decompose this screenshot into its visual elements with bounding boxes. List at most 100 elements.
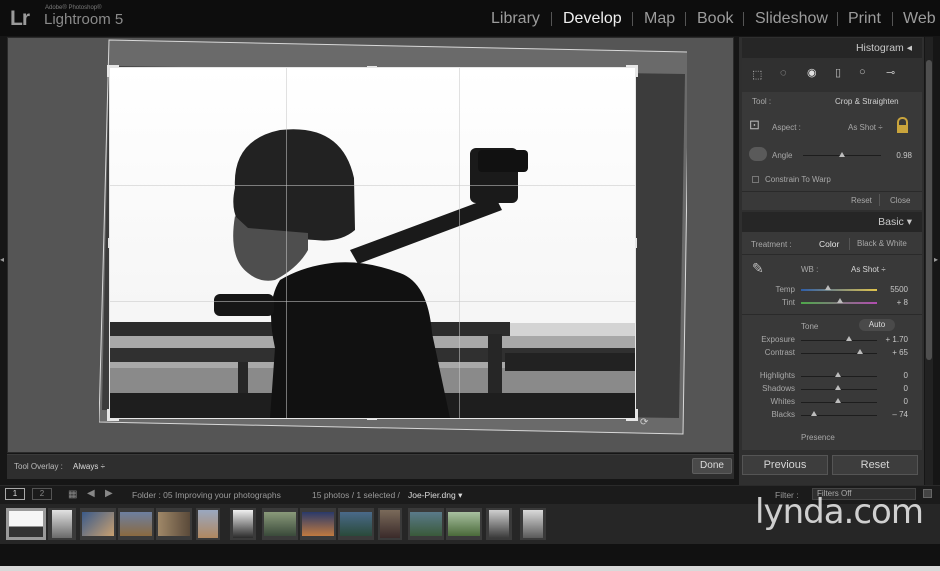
filmstrip-thumb[interactable]: [262, 508, 298, 540]
left-panel-toggle-icon[interactable]: ◂: [0, 255, 4, 264]
module-separator: [551, 12, 552, 26]
tool-overlay-select[interactable]: Always ÷: [73, 462, 105, 471]
reset-button[interactable]: Reset: [832, 455, 918, 475]
shadows-value[interactable]: 0: [876, 384, 908, 393]
straighten-tool-icon[interactable]: [749, 147, 767, 161]
crop-handle-left[interactable]: [108, 238, 110, 248]
filmstrip-thumb[interactable]: [378, 508, 402, 540]
module-print[interactable]: Print: [848, 10, 881, 28]
tint-value[interactable]: + 8: [880, 298, 908, 307]
temp-slider-knob[interactable]: [825, 285, 831, 290]
folder-breadcrumb[interactable]: Folder : 05 Improving your photographs: [132, 490, 281, 500]
filmstrip-thumb[interactable]: [520, 508, 546, 540]
treatment-color-option[interactable]: Color: [819, 239, 839, 249]
filmstrip-thumb[interactable]: [446, 508, 482, 540]
panel-scrollbar-thumb[interactable]: [926, 60, 932, 360]
crop-frame[interactable]: [109, 67, 636, 419]
filmstrip-thumb-selected[interactable]: [6, 508, 46, 540]
filmstrip-thumb[interactable]: [338, 508, 374, 540]
crop-handle-top-left[interactable]: [107, 65, 109, 77]
contrast-value[interactable]: + 65: [876, 348, 908, 357]
filmstrip-thumb[interactable]: [486, 508, 512, 540]
blacks-value[interactable]: – 74: [876, 410, 908, 419]
filmstrip-thumb[interactable]: [48, 508, 76, 540]
module-slideshow[interactable]: Slideshow: [755, 10, 828, 28]
angle-slider-knob[interactable]: [839, 152, 845, 157]
filmstrip-thumb[interactable]: [118, 508, 154, 540]
module-web[interactable]: Web: [903, 10, 936, 28]
forward-arrow-icon[interactable]: ▶: [105, 488, 113, 499]
shadows-slider-knob[interactable]: [835, 385, 841, 390]
whites-slider-knob[interactable]: [835, 398, 841, 403]
module-separator: [685, 12, 686, 26]
module-book[interactable]: Book: [697, 10, 733, 28]
auto-tone-button[interactable]: Auto: [859, 319, 895, 331]
view-1-button[interactable]: 1: [5, 488, 25, 500]
grid-view-icon[interactable]: ▦: [68, 489, 77, 500]
filmstrip-thumb[interactable]: [230, 508, 256, 540]
temp-value[interactable]: 5500: [880, 285, 908, 294]
module-separator: [892, 12, 893, 26]
spot-removal-icon[interactable]: ◌: [780, 67, 787, 79]
view-2-button[interactable]: 2: [32, 488, 52, 500]
selected-filename[interactable]: Joe-Pier.dng ▾: [408, 490, 462, 501]
crop-handle-right[interactable]: [635, 238, 637, 248]
tool-value: Crop & Straighten: [835, 97, 899, 106]
exposure-slider-knob[interactable]: [846, 336, 852, 341]
treatment-bw-option[interactable]: Black & White: [857, 239, 907, 248]
basic-header[interactable]: Basic ▾: [742, 212, 922, 232]
adjustment-brush-icon[interactable]: ⊸: [886, 66, 895, 79]
exposure-slider-track[interactable]: [801, 340, 877, 341]
angle-value[interactable]: 0.98: [878, 151, 912, 160]
photo-count: 15 photos / 1 selected /: [312, 490, 400, 500]
wb-select[interactable]: As Shot ÷: [851, 265, 886, 274]
red-eye-icon[interactable]: ◉: [807, 66, 817, 79]
contrast-slider-knob[interactable]: [857, 349, 863, 354]
exposure-label: Exposure: [761, 335, 795, 344]
crop-close-button[interactable]: Close: [890, 196, 910, 205]
crop-reset-button[interactable]: Reset: [851, 196, 872, 205]
presence-label: Presence: [801, 433, 835, 442]
divider: [879, 194, 880, 206]
filmstrip-thumb[interactable]: [156, 508, 192, 540]
blacks-slider-knob[interactable]: [811, 411, 817, 416]
done-button[interactable]: Done: [692, 458, 732, 474]
graduated-filter-icon[interactable]: ▯: [835, 66, 841, 79]
rotate-cursor-icon: ⟳: [640, 417, 649, 428]
back-arrow-icon[interactable]: ◀: [87, 488, 95, 499]
exposure-value[interactable]: + 1.70: [876, 335, 908, 344]
filmstrip-thumb[interactable]: [196, 508, 220, 540]
crop-handle-bottom-right[interactable]: [636, 409, 638, 421]
highlights-value[interactable]: 0: [876, 371, 908, 380]
filmstrip-thumb[interactable]: [408, 508, 444, 540]
crop-overlay-icon[interactable]: ⬚: [752, 68, 762, 81]
module-separator: [632, 12, 633, 26]
crop-handle-top[interactable]: [367, 66, 377, 68]
tint-slider-knob[interactable]: [837, 298, 843, 303]
crop-aspect-icon[interactable]: ⊡: [749, 117, 760, 133]
crop-handle-bottom-left[interactable]: [107, 409, 109, 421]
contrast-slider-track[interactable]: [801, 353, 877, 354]
filmstrip-thumb[interactable]: [300, 508, 336, 540]
module-develop[interactable]: Develop: [563, 10, 622, 28]
crop-handle-top-right[interactable]: [636, 65, 638, 77]
lynda-watermark: lynda.com: [755, 492, 924, 532]
histogram-header[interactable]: Histogram ◂: [742, 38, 922, 58]
previous-button[interactable]: Previous: [742, 455, 828, 475]
bottom-border: [0, 566, 940, 571]
crop-handle-bottom[interactable]: [367, 418, 377, 420]
aspect-select[interactable]: As Shot ÷: [848, 123, 883, 132]
module-map[interactable]: Map: [644, 10, 675, 28]
highlights-slider-knob[interactable]: [835, 372, 841, 377]
whites-value[interactable]: 0: [876, 397, 908, 406]
filmstrip-thumb[interactable]: [80, 508, 116, 540]
temp-slider-track[interactable]: [801, 289, 877, 291]
filter-lock-icon[interactable]: [923, 489, 932, 498]
right-panel-toggle-icon[interactable]: ▸: [934, 255, 938, 264]
radial-filter-icon[interactable]: ○: [859, 66, 866, 78]
module-library[interactable]: Library: [491, 10, 540, 28]
wb-eyedropper-icon[interactable]: ✎: [752, 260, 764, 277]
temp-label: Temp: [775, 285, 795, 294]
module-separator: [837, 12, 838, 26]
constrain-checkbox[interactable]: [752, 176, 759, 183]
